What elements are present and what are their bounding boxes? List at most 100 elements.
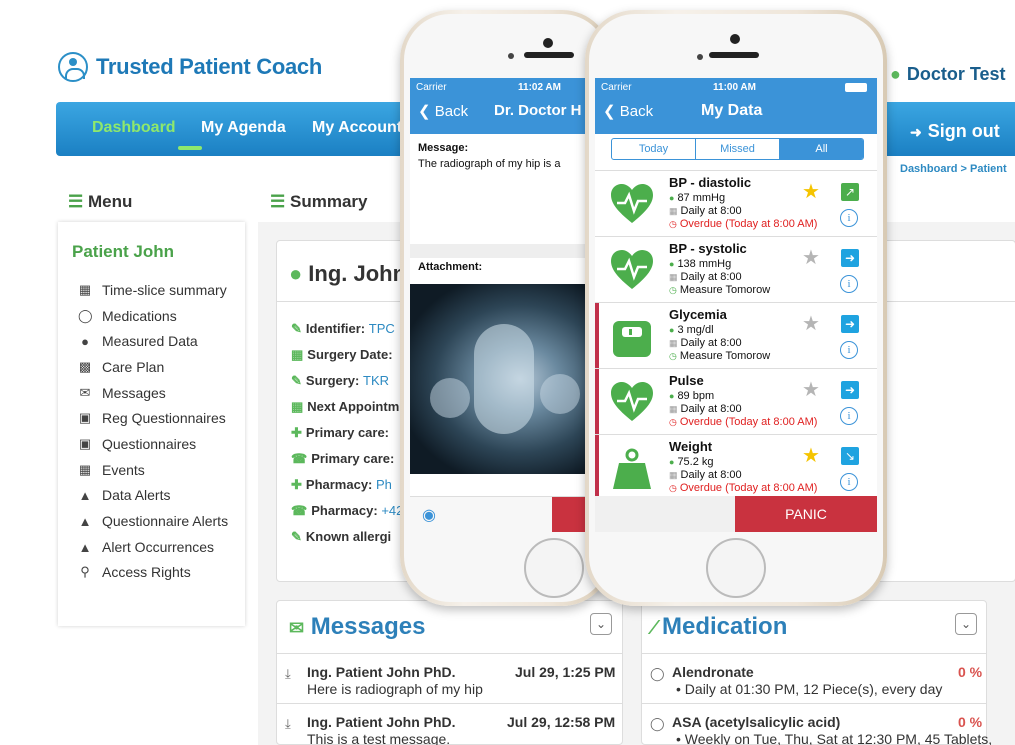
measurement-schedule: ▦ Daily at 8:00 (669, 271, 742, 283)
clipboard-icon: ▣ (78, 436, 92, 451)
menu-item-measured-data[interactable]: ● Measured Data (78, 333, 198, 349)
measurement-type-icon (607, 179, 657, 229)
person-icon: ● (289, 261, 303, 286)
measurement-name: BP - systolic (669, 241, 747, 256)
measurement-item[interactable]: Weight ● 75.2 kg ▦ Daily at 8:00 ◷ Overdue (To… (595, 434, 877, 501)
alert-flag (595, 435, 599, 501)
message-row[interactable]: ⤓ Ing. Patient John PhD. Jul 29, 1:25 PM… (277, 653, 622, 703)
trend-up-icon[interactable]: ↗ (841, 183, 859, 201)
clock-icon: ◷ (669, 219, 677, 229)
trend-flat-icon[interactable]: ➜ (841, 315, 859, 333)
battery-icon (845, 83, 867, 92)
clipboard-icon: ▣ (78, 410, 92, 425)
info-icon[interactable]: i (840, 209, 858, 227)
info-icon[interactable]: i (840, 341, 858, 359)
menu-item-time-slice-summary[interactable]: ▦ Time-slice summary (78, 282, 227, 298)
measurement-status: ◷ Measure Tomorow (669, 284, 771, 296)
menu-item-events[interactable]: ▦ Events (78, 462, 145, 478)
warning-icon: ▲ (78, 487, 92, 503)
star-icon[interactable]: ★ (802, 179, 820, 204)
menu-item-questionnaire-alerts[interactable]: ▲ Questionnaire Alerts (78, 513, 229, 529)
user-menu[interactable]: ● Doctor Test (890, 64, 1006, 85)
nav-my-account[interactable]: My Account (312, 119, 402, 137)
tag-icon: ✎ (291, 373, 302, 388)
star-icon[interactable]: ★ (802, 443, 820, 468)
menu-item-care-plan[interactable]: ▩ Care Plan (78, 359, 164, 375)
measurement-item[interactable]: BP - diastolic ● 87 mmHg ▦ Daily at 8:00 ◷ Ove… (595, 170, 877, 236)
medication-row[interactable]: ◯ ASA (acetylsalicylic acid) 0 % • Weekl… (642, 703, 992, 745)
filter-segmented-control: Today Missed All (611, 138, 864, 160)
medication-title: ⁄ Medication (652, 613, 788, 640)
breadcrumb[interactable]: Dashboard > Patient (900, 163, 1007, 175)
warning-icon: ▲ (78, 513, 92, 529)
field-known-allergies: ✎ Known allergi (291, 529, 392, 544)
measurement-item[interactable]: BP - systolic ● 138 mmHg ▦ Daily at 8:00 ◷ Mea… (595, 236, 877, 302)
field-primary-care-1: ✚ Primary care: (291, 425, 390, 440)
measurement-name: Weight (669, 439, 713, 454)
nav-dashboard[interactable]: Dashboard (92, 119, 176, 137)
trend-down-icon[interactable]: ↘ (841, 447, 859, 465)
measurement-status: ◷ Overdue (Today at 8:00 AM) (669, 218, 818, 230)
star-icon[interactable]: ★ (802, 311, 820, 336)
measurement-item[interactable]: Pulse ● 89 bpm ▦ Daily at 8:00 ◷ Overdue (Toda… (595, 368, 877, 435)
xray-attachment-image[interactable] (410, 284, 602, 474)
signout-icon: ➜ (910, 124, 922, 140)
carrier-label: Carrier (416, 82, 447, 93)
earpiece-speaker (524, 52, 574, 58)
menu-item-reg-questionnaires[interactable]: ▣ Reg Questionnaires (78, 410, 226, 426)
chevron-down-icon: ⌄ (595, 617, 607, 631)
info-icon[interactable]: i (840, 407, 858, 425)
info-icon[interactable]: i (840, 473, 858, 491)
back-button[interactable]: ❮ Back (418, 102, 468, 120)
tab-all[interactable]: All (780, 139, 863, 159)
app-logo[interactable]: Trusted Patient Coach (58, 52, 322, 82)
menu-item-alert-occurrences[interactable]: ▲ Alert Occurrences (78, 539, 214, 555)
plus-icon: ✚ (291, 477, 302, 492)
measurement-item[interactable]: Glycemia ● 3 mg/dl ▦ Daily at 8:00 ◷ Measure T… (595, 302, 877, 369)
menu-item-questionnaires[interactable]: ▣ Questionnaires (78, 436, 196, 452)
camera-icon[interactable]: ◉ (422, 505, 436, 525)
info-icon[interactable]: i (840, 275, 858, 293)
chart-icon: ▩ (78, 359, 92, 374)
clock-icon: ◷ (669, 483, 677, 493)
menu-item-data-alerts[interactable]: ▲ Data Alerts (78, 487, 171, 503)
medication-row[interactable]: ◯ Alendronate 0 % • Daily at 01:30 PM, 1… (642, 653, 986, 703)
measurement-type-icon (607, 245, 657, 295)
collapse-medication-button[interactable]: ⌄ (955, 613, 977, 635)
screenshot-stage: Trusted Patient Coach ● Doctor Test Dashb… (0, 0, 1015, 745)
back-button[interactable]: ❮ Back (603, 102, 653, 120)
tab-today[interactable]: Today (612, 139, 696, 159)
star-icon[interactable]: ★ (802, 377, 820, 402)
collapse-messages-button[interactable]: ⌄ (590, 613, 612, 635)
calendar-icon: ▦ (291, 399, 304, 414)
home-button[interactable] (706, 538, 766, 598)
measurement-schedule: ▦ Daily at 8:00 (669, 469, 742, 481)
nav-my-agenda[interactable]: My Agenda (201, 119, 286, 137)
menu-item-medications[interactable]: ◯ Medications (78, 308, 177, 324)
plus-icon: ✚ (291, 425, 302, 440)
warning-icon: ▲ (78, 539, 92, 555)
message-text: The radiograph of my hip is a (418, 158, 561, 170)
message-row[interactable]: ⤓ Ing. Patient John PhD. Jul 29, 12:58 P… (277, 703, 622, 745)
dot-icon: ● (669, 457, 675, 467)
side-menu: Patient John ▦ Time-slice summary ◯ Medica… (58, 222, 245, 626)
home-button[interactable] (524, 538, 584, 598)
menu-item-messages[interactable]: ✉ Messages (78, 385, 166, 401)
trend-flat-icon[interactable]: ➜ (841, 249, 859, 267)
alert-flag (595, 303, 599, 369)
download-icon: ⤓ (285, 666, 291, 681)
menu-header-label: Menu (87, 192, 133, 211)
signout-button[interactable]: ➜ Sign out (910, 121, 1000, 142)
measurement-value: ● 3 mg/dl (669, 324, 714, 336)
star-icon[interactable]: ★ (802, 245, 820, 270)
chevron-left-icon: ❮ (603, 103, 616, 120)
tab-missed[interactable]: Missed (696, 139, 780, 159)
trend-flat-icon[interactable]: ➜ (841, 381, 859, 399)
tag-icon: ✎ (291, 529, 302, 544)
field-next-appointment: ▦ Next Appointm (291, 399, 400, 414)
menu-item-access-rights[interactable]: ⚲ Access Rights (78, 564, 190, 580)
field-identifier: ✎ Identifier: TPC (291, 321, 395, 336)
panic-button[interactable]: PANIC (735, 496, 877, 532)
summary-header-label: Summary (289, 192, 368, 211)
measurement-name: BP - diastolic (669, 175, 752, 190)
